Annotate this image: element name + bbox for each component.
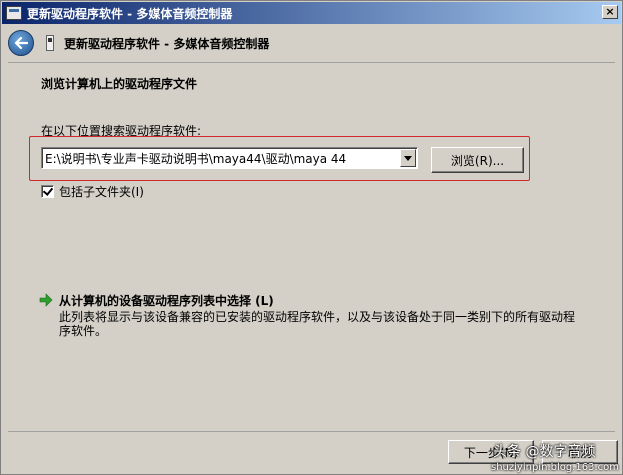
back-arrow-icon: [14, 37, 28, 49]
nav-bar: 更新驱动程序软件 - 多媒体音频控制器: [2, 24, 621, 62]
pick-text-block[interactable]: 从计算机的设备驱动程序列表中选择 (L) 此列表将显示与该设备兼容的已安装的驱动…: [59, 292, 579, 338]
window-app-icon: [6, 6, 22, 20]
green-arrow-icon: [39, 293, 53, 307]
include-subfolders-label[interactable]: 包括子文件夹(I): [59, 183, 144, 200]
window-title: 更新驱动程序软件 - 多媒体音频控制器: [27, 6, 233, 21]
wizard-content: 浏览计算机上的驱动程序文件 在以下位置搜索驱动程序软件: 浏览(R)... 包括…: [8, 62, 615, 432]
pick-from-list-title[interactable]: 从计算机的设备驱动程序列表中选择 (L): [59, 292, 579, 309]
combo-dropdown-button[interactable]: [400, 149, 416, 167]
pick-from-list-description: 此列表将显示与该设备兼容的已安装的驱动程序软件，以及与该设备处于同一类别下的所有…: [59, 310, 576, 338]
back-button[interactable]: [8, 30, 34, 56]
path-input[interactable]: [45, 150, 395, 166]
browse-button[interactable]: 浏览(R)...: [431, 147, 524, 173]
close-icon: ×: [605, 5, 615, 18]
title-bar: 更新驱动程序软件 - 多媒体音频控制器 ×: [2, 2, 621, 24]
watermark: 头条 @数字音频 shuziyinpin.blog.163.com: [469, 441, 621, 475]
path-combobox[interactable]: [41, 147, 418, 169]
device-icon: [46, 35, 54, 51]
watermark-brand: 头条 @数字音频: [493, 444, 596, 460]
include-subfolders-checkbox[interactable]: [41, 185, 54, 198]
pick-from-list-link[interactable]: 从计算机的设备驱动程序列表中选择 (L) 此列表将显示与该设备兼容的已安装的驱动…: [39, 292, 579, 338]
close-button[interactable]: ×: [602, 5, 618, 19]
page-heading: 浏览计算机上的驱动程序文件: [41, 77, 198, 91]
include-subfolders-row[interactable]: 包括子文件夹(I): [41, 183, 144, 200]
nav-title: 更新驱动程序软件 - 多媒体音频控制器: [64, 36, 270, 51]
driver-update-window: 更新驱动程序软件 - 多媒体音频控制器 × 更新驱动程序软件 - 多媒体音频控制…: [0, 0, 623, 475]
watermark-url: shuziyinpin.blog.163.com: [491, 462, 619, 473]
chevron-down-icon: [404, 155, 412, 161]
